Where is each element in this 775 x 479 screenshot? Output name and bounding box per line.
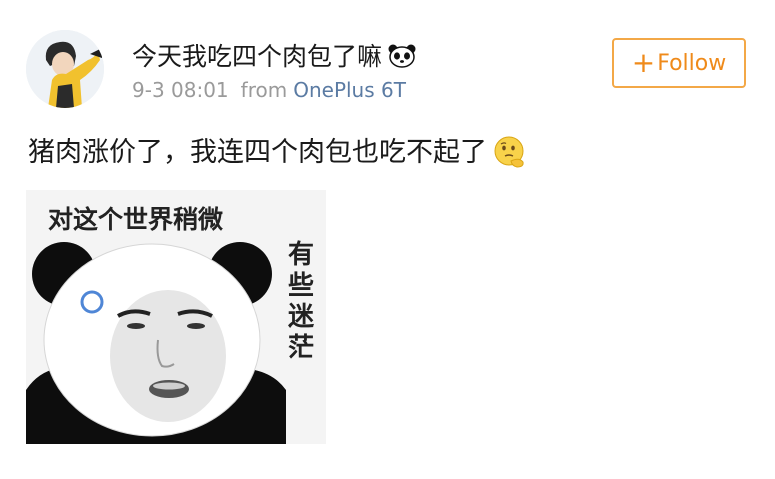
weibo-post: 今天我吃四个肉包了嘛 9-3 08:01 from OnePlus 6T + Foll…: [0, 0, 775, 479]
avatar[interactable]: [26, 30, 104, 108]
avatar-image: [26, 30, 104, 108]
device-link[interactable]: OnePlus 6T: [293, 78, 406, 102]
username-text: 今天我吃四个肉包了嘛: [132, 42, 383, 71]
thinking-face-icon: [493, 135, 527, 176]
post-text-content: 猪肉涨价了，我连四个肉包也吃不起了: [28, 137, 487, 168]
plus-icon: +: [631, 46, 656, 79]
post-text: 猪肉涨价了，我连四个肉包也吃不起了: [28, 130, 527, 176]
timestamp: 9-3 08:01: [132, 78, 229, 102]
follow-button[interactable]: + Follow: [612, 38, 746, 88]
panda-emoji-icon: [388, 44, 416, 74]
username[interactable]: 今天我吃四个肉包了嘛: [132, 37, 416, 74]
post-meta: 9-3 08:01 from OnePlus 6T: [132, 78, 406, 102]
meme-caption-side: 有些迷茫: [287, 240, 314, 363]
meme-image[interactable]: 对这个世界稍微 有些迷茫: [26, 190, 326, 444]
from-label: from: [240, 78, 288, 102]
meme-caption-top: 对这个世界稍微: [48, 205, 224, 234]
follow-label: Follow: [657, 50, 727, 76]
